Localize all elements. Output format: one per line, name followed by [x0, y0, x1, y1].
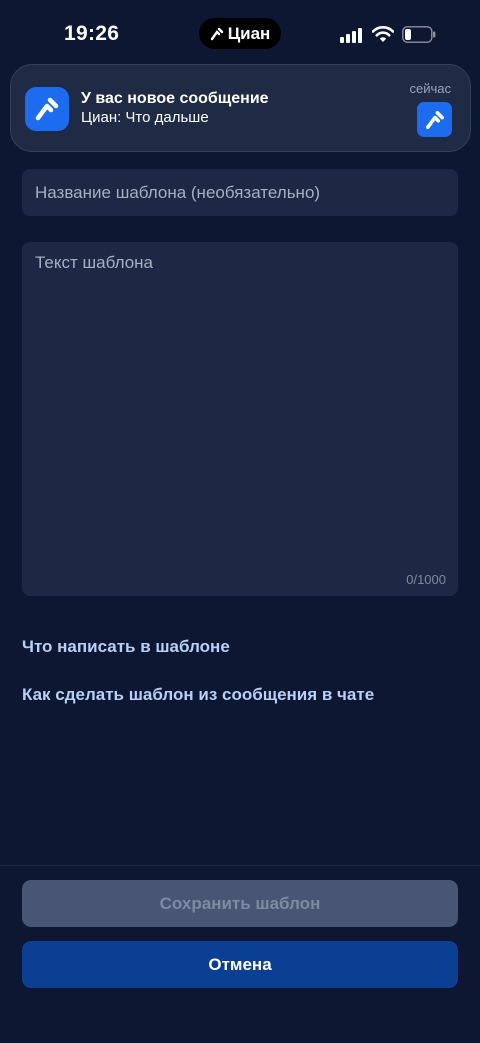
cancel-button[interactable]: Отмена — [22, 941, 458, 988]
cian-logo-icon — [425, 110, 444, 129]
push-notification[interactable]: У вас новое сообщение Циан: Что дальше с… — [10, 64, 471, 152]
app-icon — [25, 87, 69, 131]
bottom-divider — [0, 865, 480, 866]
template-text-field: 0/1000 — [22, 242, 458, 596]
template-from-message-link[interactable]: Как сделать шаблон из сообщения в чате — [22, 685, 374, 705]
what-to-write-link[interactable]: Что написать в шаблоне — [22, 637, 230, 657]
cian-logo-icon — [210, 27, 223, 40]
notification-time: сейчас — [409, 81, 452, 96]
dynamic-island[interactable]: Циан — [199, 18, 281, 49]
template-name-input[interactable] — [22, 169, 458, 216]
notification-title: У вас новое сообщение — [81, 90, 269, 107]
save-template-button[interactable]: Сохранить шаблон — [22, 880, 458, 927]
battery-icon — [402, 26, 436, 43]
notification-thumbnail — [417, 102, 452, 137]
status-bar: 19:26 Циан — [0, 0, 480, 68]
signal-icon — [340, 28, 362, 43]
status-time: 19:26 — [64, 22, 120, 45]
char-counter: 0/1000 — [406, 572, 446, 587]
wifi-icon — [372, 26, 394, 42]
template-editor-screen: 19:26 Циан 0/1000 Чт — [0, 0, 480, 1043]
island-label: Циан — [227, 23, 271, 43]
cian-logo-icon — [35, 97, 59, 121]
template-text-input[interactable] — [22, 242, 458, 562]
notification-body: Циан: Что дальше — [81, 109, 209, 126]
